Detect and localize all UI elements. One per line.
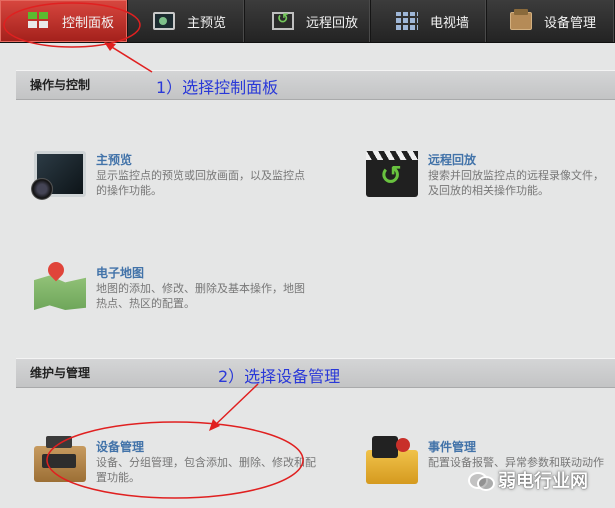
tv-wall-icon: [396, 12, 418, 30]
clapper-replay-icon: [366, 151, 418, 197]
tab-label: 主预览: [187, 15, 227, 31]
map-pin-icon: [34, 258, 86, 310]
control-panel-grid-icon: [28, 12, 50, 30]
feature-title[interactable]: 远程回放: [428, 151, 476, 168]
wechat-icon: [468, 470, 495, 491]
device-box-icon: [34, 436, 86, 482]
monitor-icon: [153, 12, 175, 30]
device-icon: [510, 9, 532, 30]
tab-label: 控制面板: [62, 15, 115, 31]
camera-monitor-icon: [31, 151, 86, 200]
annotation-arrow-device-management: [211, 383, 259, 429]
tab-device-management[interactable]: 设备管理: [488, 0, 615, 42]
feature-description: 地图的添加、修改、删除及基本操作，地图热点、热区的配置。: [96, 282, 305, 310]
tab-main-preview[interactable]: 主预览: [129, 0, 245, 42]
feature-title[interactable]: 设备管理: [96, 438, 144, 455]
feature-title[interactable]: 事件管理: [428, 438, 476, 455]
annotation-arrowhead-device-management: [209, 419, 220, 431]
watermark: 弱电行业网: [468, 466, 588, 494]
section-header-operation-control: 操作与控制: [16, 70, 615, 100]
tab-label: 电视墙: [430, 15, 470, 31]
tab-remote-playback[interactable]: 远程回放: [246, 0, 371, 42]
feature-title[interactable]: 电子地图: [96, 264, 144, 281]
annotation-step1-text: 1）选择控制面板: [156, 78, 279, 97]
tab-control-panel[interactable]: 控制面板: [0, 0, 128, 42]
annotation-step2-text: 2）选择设备管理: [218, 367, 341, 386]
tab-tv-wall[interactable]: 电视墙: [372, 0, 487, 42]
watermark-text: 弱电行业网: [498, 471, 588, 492]
feature-description: 搜索并回放监控点的远程录像文件， 及回放的相关操作功能。: [428, 168, 615, 198]
feature-title[interactable]: 主预览: [96, 151, 132, 168]
tab-label: 远程回放: [306, 15, 359, 31]
replay-icon: [272, 11, 294, 30]
feature-description-line: 搜索并回放监控点的远程录像文件，: [428, 169, 604, 182]
feature-description: 设备、分组管理，包含添加、删除、修改和配置功能。: [96, 456, 316, 484]
annotation-arrow-control-panel: [106, 43, 153, 73]
event-folder-icon: [366, 436, 418, 484]
top-tab-bar: 控制面板 主预览 远程回放 电视墙 设备管理: [0, 0, 615, 43]
tab-label: 设备管理: [544, 15, 597, 31]
annotation-arrowhead-control-panel: [104, 42, 116, 51]
feature-description-line: 及回放的相关操作功能。: [428, 184, 549, 197]
feature-description: 显示监控点的预览或回放画面，以及监控点的操作功能。: [96, 169, 305, 197]
